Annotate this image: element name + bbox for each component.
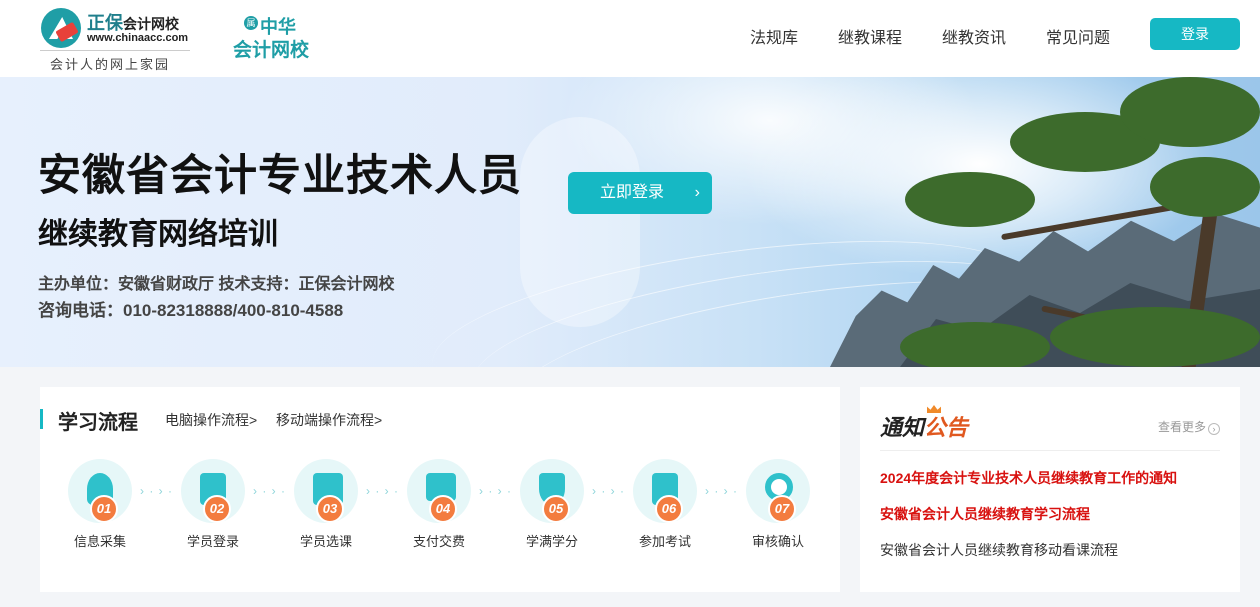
site-header: 正保会计网校 www.chinaacc.com 会计人的网上家园 属 中华 会计…	[0, 0, 1260, 77]
pc-guide-link[interactable]: 电脑操作流程>	[165, 410, 257, 430]
notice-title: 通知公告	[880, 415, 969, 441]
learning-process-panel: 学习流程 电脑操作流程> 移动端操作流程> 01 信息采集 › · › · 02…	[40, 387, 840, 592]
nav-regulations[interactable]: 法规库	[750, 24, 798, 48]
process-step-6[interactable]: 06 参加考试	[617, 459, 713, 569]
notice-item[interactable]: 安徽省会计人员继续教育学习流程	[880, 504, 1090, 524]
step-number: 05	[542, 495, 570, 523]
login-button[interactable]: 登录	[1150, 18, 1240, 50]
process-step-1[interactable]: 01 信息采集	[52, 459, 148, 569]
notice-divider	[880, 450, 1220, 451]
hero-banner: 安徽省会计专业技术人员 继续教育网络培训 主办单位：安徽省财政厅 技术支持：正保…	[0, 77, 1260, 367]
nav-news[interactable]: 继教资讯	[942, 24, 1006, 48]
pine-foliage	[1120, 77, 1260, 147]
chinaacc-logo-icon[interactable]	[41, 8, 81, 48]
banner-phone: 咨询电话：010-82318888/400-810-4588	[38, 301, 344, 320]
step-number: 02	[203, 495, 231, 523]
step-label: 支付交费	[412, 534, 465, 549]
process-step-7[interactable]: 07 审核确认	[730, 459, 826, 569]
pine-foliage	[905, 172, 1035, 227]
pine-foliage	[900, 322, 1050, 367]
step-number: 07	[768, 495, 796, 523]
login-now-label: 立即登录	[600, 184, 665, 201]
step-label: 信息采集	[73, 534, 126, 549]
process-step-5[interactable]: 05 学满学分	[504, 459, 600, 569]
nav-courses[interactable]: 继教课程	[838, 24, 902, 48]
view-more-link[interactable]: 查看更多 ›	[1158, 418, 1220, 435]
banner-organizer: 主办单位：安徽省财政厅 技术支持：正保会计网校	[38, 276, 395, 293]
pine-foliage	[1150, 157, 1260, 217]
step-number: 04	[429, 495, 457, 523]
nav-faq[interactable]: 常见问题	[1046, 24, 1110, 48]
brand-slogan: 会计人的网上家园	[50, 57, 171, 72]
chevron-circle-icon: ›	[1208, 423, 1220, 435]
brand-url: www.chinaacc.com	[87, 32, 189, 44]
chevron-right-icon: ›	[694, 184, 700, 201]
step-number: 06	[655, 495, 683, 523]
step-number: 01	[90, 495, 118, 523]
step-label: 学员登录	[186, 534, 239, 549]
pine-foliage	[1050, 307, 1260, 367]
partner-logo-line2[interactable]: 会计网校	[233, 35, 309, 62]
logo-divider	[40, 50, 190, 51]
step-label: 审核确认	[751, 534, 804, 549]
process-step-4[interactable]: 04 支付交费	[391, 459, 487, 569]
process-step-3[interactable]: 03 学员选课	[278, 459, 374, 569]
step-label: 学满学分	[525, 534, 578, 549]
notice-item[interactable]: 安徽省会计人员继续教育移动看课流程	[880, 540, 1118, 560]
step-number: 03	[316, 495, 344, 523]
banner-title: 安徽省会计专业技术人员	[38, 152, 522, 200]
step-label: 学员选课	[299, 534, 352, 549]
mobile-guide-link[interactable]: 移动端操作流程>	[276, 410, 382, 430]
partner-seal-icon: 属	[244, 16, 258, 30]
section-accent-bar	[40, 409, 43, 429]
process-step-2[interactable]: 02 学员登录	[165, 459, 261, 569]
step-label: 参加考试	[638, 534, 691, 549]
notice-panel: 通知公告 查看更多 › 2024年度会计专业技术人员继续教育工作的通知 安徽省会计…	[860, 387, 1240, 592]
banner-subtitle: 继续教育网络培训	[38, 218, 278, 251]
process-title: 学习流程	[58, 412, 138, 434]
notice-item[interactable]: 2024年度会计专业技术人员继续教育工作的通知	[880, 468, 1177, 488]
login-now-button[interactable]: 立即登录 ›	[568, 172, 712, 214]
